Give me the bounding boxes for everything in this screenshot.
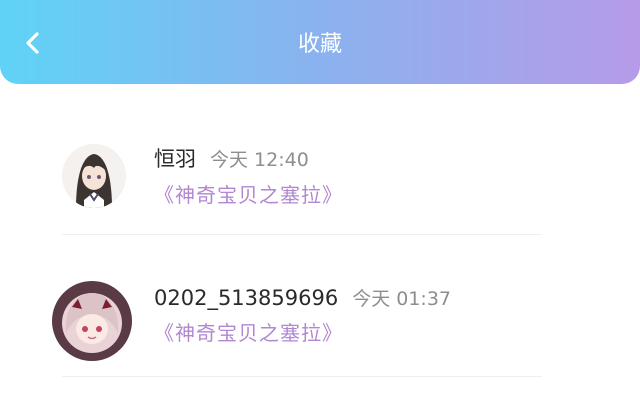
- divider: [62, 234, 542, 235]
- book-link[interactable]: 《神奇宝贝之塞拉》: [154, 318, 343, 348]
- avatar[interactable]: [52, 281, 132, 361]
- list-item[interactable]: 恒羽 今天 12:40 《神奇宝贝之塞拉》: [0, 108, 640, 240]
- timestamp: 今天 12:40: [210, 149, 309, 171]
- book-link[interactable]: 《神奇宝贝之塞拉》: [154, 180, 343, 210]
- header-bar: 收藏: [0, 0, 640, 84]
- page-title: 收藏: [297, 32, 342, 57]
- avatar-image: [52, 281, 132, 361]
- favorites-list: 恒羽 今天 12:40 《神奇宝贝之塞拉》 0202_513859696 今天 01…: [0, 108, 640, 377]
- list-item[interactable]: 0202_513859696 今天 01:37 《神奇宝贝之塞拉》: [0, 240, 640, 377]
- user-name-text: 恒羽: [154, 147, 196, 171]
- timestamp: 今天 01:37: [352, 288, 451, 310]
- user-name-text: 0202_513859696: [154, 286, 339, 310]
- divider: [62, 376, 542, 377]
- avatar-image: [62, 144, 126, 208]
- user-name: 恒羽 今天 12:40: [154, 144, 309, 175]
- avatar[interactable]: [62, 144, 126, 208]
- user-name: 0202_513859696 今天 01:37: [154, 283, 451, 314]
